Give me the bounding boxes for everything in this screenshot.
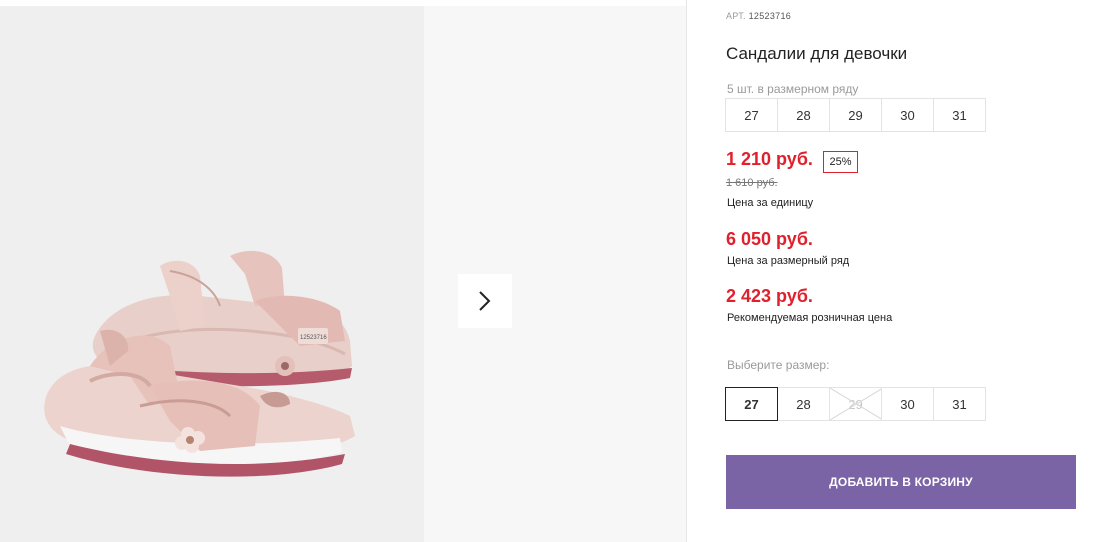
chevron-right-icon: [479, 291, 491, 311]
range-price-label: Цена за размерный ряд: [727, 255, 850, 267]
panel-divider: [686, 0, 687, 542]
article-number: АРТ. 12523716: [726, 11, 791, 21]
range-price: 6 050 руб.: [726, 229, 813, 249]
retail-price-label: Рекомендуемая розничная цена: [727, 312, 893, 324]
product-gallery: 12523716: [0, 6, 686, 542]
size-range-item: 29: [829, 98, 882, 132]
article-label: АРТ.: [726, 11, 746, 21]
size-range-item: 28: [777, 98, 830, 132]
size-option-30[interactable]: 30: [881, 387, 934, 421]
article-value: 12523716: [748, 11, 792, 21]
size-range-note: 5 шт. в размерном ряду: [727, 82, 859, 96]
unit-price-label: Цена за единицу: [727, 197, 814, 209]
product-title: Сандалии для девочки: [726, 44, 908, 63]
add-to-cart-button[interactable]: ДОБАВИТЬ В КОРЗИНУ: [726, 455, 1076, 509]
old-price: 1 610 руб.: [726, 177, 778, 189]
size-option-28[interactable]: 28: [777, 387, 830, 421]
next-image-button[interactable]: [458, 274, 512, 328]
size-option-29: 29: [829, 387, 883, 421]
size-option-31[interactable]: 31: [933, 387, 986, 421]
size-selector: 27 28 29 30 31: [725, 387, 986, 421]
product-photo[interactable]: 12523716: [0, 6, 424, 542]
size-range-item: 31: [933, 98, 986, 132]
size-range-item: 27: [725, 98, 778, 132]
size-range-item: 30: [881, 98, 934, 132]
unit-price: 1 210 руб.: [726, 149, 813, 169]
size-range-list: 27 28 29 30 31: [725, 98, 986, 132]
discount-badge: 25%: [823, 151, 858, 173]
retail-price: 2 423 руб.: [726, 286, 813, 306]
choose-size-label: Выберите размер:: [727, 358, 830, 372]
sandals-image: 12523716: [44, 250, 355, 477]
size-option-27[interactable]: 27: [725, 387, 778, 421]
inner-label: 12523716: [300, 335, 327, 341]
unavailable-cross-icon: [830, 388, 883, 420]
